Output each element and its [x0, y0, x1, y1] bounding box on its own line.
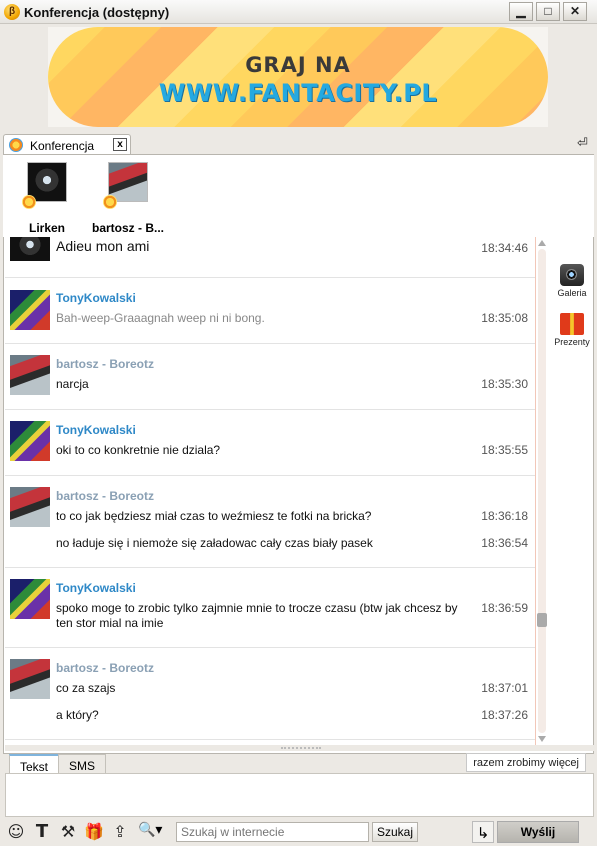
minimize-button[interactable]: ▁ [509, 2, 533, 21]
message-time: 18:34:46 [481, 241, 528, 255]
participant-name: Lirken [28, 221, 65, 235]
message-group: TonyKowalski oki to co konkretnie nie dz… [5, 410, 535, 476]
chat-log[interactable]: Adieu mon ami 18:34:46 TonyKowalski Bah-… [5, 237, 535, 745]
message-group: Adieu mon ami 18:34:46 [5, 237, 535, 278]
message-text: narcja [56, 377, 89, 391]
message-group: bartosz - Boreotz co za szajs 18:37:01 a… [5, 648, 535, 740]
avatar [10, 487, 50, 527]
message-sender[interactable]: bartosz - Boreotz [56, 357, 154, 371]
gallery-label: Galeria [557, 288, 587, 298]
participant-name: bartosz - B... [91, 221, 164, 235]
message-time: 18:35:55 [481, 443, 528, 457]
undock-icon[interactable]: ⏎ [577, 136, 591, 149]
search-engine-dropdown[interactable]: 🔍▾ [135, 821, 173, 842]
message-sender[interactable]: TonyKowalski [56, 581, 136, 595]
avatar [10, 421, 50, 461]
gifts-button[interactable]: Prezenty [550, 313, 594, 347]
avatar [10, 355, 50, 395]
gift-icon[interactable]: 🎁 [84, 822, 104, 842]
maximize-button[interactable]: □ [536, 2, 560, 21]
banner-background [48, 27, 548, 127]
message-group: bartosz - Boreotz narcja 18:35:30 [5, 344, 535, 410]
enter-key-icon[interactable]: ↳ [472, 821, 494, 843]
gifts-label: Prezenty [554, 337, 590, 347]
message-text: to co jak będziesz miał czas to weźmiesz… [56, 509, 372, 523]
participant-bartosz[interactable]: bartosz - B... [88, 162, 168, 237]
message-time: 18:37:26 [481, 708, 528, 722]
message-sender[interactable]: bartosz - Boreotz [56, 661, 154, 675]
scroll-down-icon[interactable] [538, 736, 546, 742]
banner-url: WWW.FANTACITY.PL [158, 79, 438, 107]
banner-headline: GRAJ NA [245, 53, 351, 77]
status-sun-icon [22, 195, 36, 209]
share-icon[interactable]: ⇪ [110, 822, 130, 842]
app-logo-icon: β [4, 4, 20, 20]
avatar [10, 290, 50, 330]
camera-icon [560, 264, 584, 286]
conversation-tab-strip: Konferencja x ⏎ [0, 133, 597, 155]
message-sender[interactable]: bartosz - Boreotz [56, 489, 154, 503]
chat-scrollbar[interactable] [535, 237, 547, 745]
message-text: Adieu mon ami [56, 238, 150, 254]
message-time: 18:36:54 [481, 536, 528, 550]
message-text: Bah-weep-Graaagnah weep ni ni bong. [56, 311, 265, 325]
tab-label: Konferencja [30, 139, 95, 153]
splitter-handle[interactable] [5, 745, 594, 751]
tab-close-button[interactable]: x [113, 138, 127, 151]
send-button[interactable]: Wyślij [497, 821, 579, 843]
tools-icon[interactable]: ⚒ [58, 822, 78, 842]
tab-text[interactable]: Tekst [9, 754, 60, 775]
scroll-up-icon[interactable] [538, 240, 546, 246]
emoticon-icon[interactable]: ☺ [6, 822, 26, 842]
status-sun-icon [103, 195, 117, 209]
gift-icon [560, 313, 584, 335]
message-group: TonyKowalski spoko moge to zrobic tylko … [5, 568, 535, 648]
message-time: 18:37:01 [481, 681, 528, 695]
message-sender[interactable]: TonyKowalski [56, 291, 136, 305]
promo-note[interactable]: razem zrobimy więcej [466, 753, 586, 772]
tab-sms[interactable]: SMS [58, 754, 107, 775]
avatar [10, 237, 50, 261]
message-time: 18:35:30 [481, 377, 528, 391]
participant-lirken[interactable]: Lirken [7, 162, 87, 237]
message-text: no ładuje się i niemoże się załadowac ca… [56, 536, 373, 550]
text-format-icon[interactable]: T [32, 822, 52, 842]
grip-icon [281, 747, 321, 749]
message-time: 18:35:08 [481, 311, 528, 325]
title-bar: β Konferencja (dostępny) ▁ □ ✕ [0, 0, 597, 24]
message-text: spoko moge to zrobic tylko zajmnie mnie … [56, 601, 458, 630]
bottom-toolbar: ☺ T ⚒ 🎁 ⇪ 🔍▾ Szukaj ↳ Wyślij [0, 818, 597, 846]
message-time: 18:36:59 [481, 601, 528, 615]
scroll-track[interactable] [538, 249, 546, 733]
message-text: a który? [56, 708, 99, 722]
close-button[interactable]: ✕ [563, 2, 587, 21]
scroll-thumb[interactable] [537, 613, 547, 627]
window-title: Konferencja (dostępny) [24, 5, 170, 20]
status-sun-icon [9, 138, 23, 152]
avatar [10, 579, 50, 619]
search-button[interactable]: Szukaj [372, 822, 418, 842]
message-text: oki to co konkretnie nie dziala? [56, 443, 221, 457]
input-tabs: Tekst SMS razem zrobimy więcej [5, 752, 594, 775]
tab-conference[interactable]: Konferencja x [3, 134, 131, 155]
web-search-input[interactable] [176, 822, 369, 842]
message-group: TonyKowalski Bah-weep-Graaagnah weep ni … [5, 278, 535, 344]
gallery-button[interactable]: Galeria [550, 264, 594, 298]
ad-banner[interactable]: GRAJ NA WWW.FANTACITY.PL [48, 27, 548, 127]
message-text: co za szajs [56, 681, 116, 695]
avatar [10, 659, 50, 699]
message-group: bartosz - Boreotz to co jak będziesz mia… [5, 476, 535, 568]
message-time: 18:36:18 [481, 509, 528, 523]
message-input[interactable] [5, 773, 594, 817]
participants-list: Lirken bartosz - B... [3, 155, 594, 237]
message-sender[interactable]: TonyKowalski [56, 423, 136, 437]
